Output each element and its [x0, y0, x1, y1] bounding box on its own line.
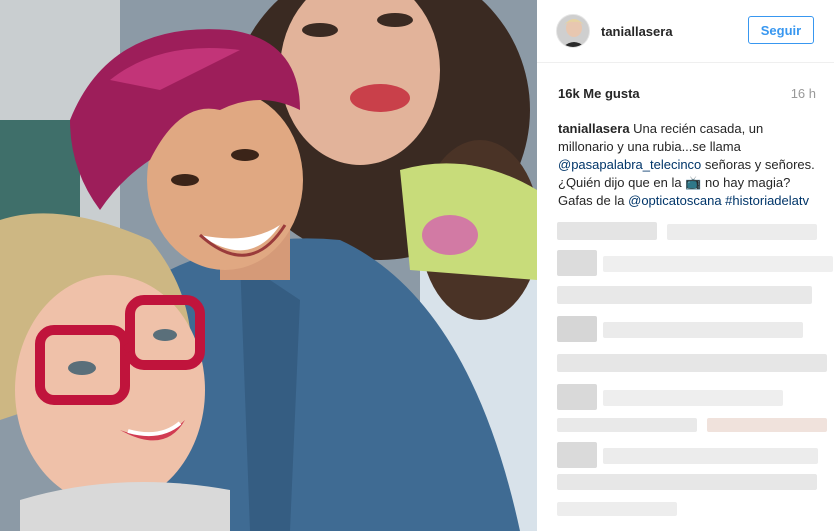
likes-count[interactable]: 16k Me gusta	[558, 86, 640, 101]
post-side-panel: taniallasera Seguir 16k Me gusta 16 h ta…	[537, 0, 834, 531]
post-header: taniallasera Seguir	[537, 0, 834, 63]
caption-mention-pasapalabra[interactable]: @pasapalabra_telecinco	[558, 157, 701, 172]
blurred-comment	[557, 354, 827, 372]
blurred-comment	[557, 502, 677, 516]
post-photo[interactable]	[0, 0, 537, 531]
blurred-comment	[557, 474, 817, 490]
tv-emoji-icon: 📺	[685, 175, 702, 190]
blurred-comment	[557, 222, 657, 240]
caption-hashtag[interactable]: #historiadelatv	[725, 193, 809, 208]
selfie-photo	[0, 0, 537, 531]
blurred-comment	[557, 384, 597, 410]
blurred-comment	[667, 224, 817, 240]
post-username[interactable]: taniallasera	[601, 24, 673, 39]
blurred-comment	[603, 390, 783, 406]
blurred-comment	[557, 316, 597, 342]
post-time[interactable]: 16 h	[791, 86, 816, 101]
blurred-comments	[557, 222, 834, 522]
blurred-comment	[603, 322, 803, 338]
caption-mention-optica[interactable]: @opticatoscana	[628, 193, 721, 208]
blurred-comment	[557, 442, 597, 468]
blurred-comment	[557, 250, 597, 276]
caption-username[interactable]: taniallasera	[558, 121, 630, 136]
blurred-comment	[603, 448, 818, 464]
blurred-comment	[557, 286, 812, 304]
blurred-comment	[557, 418, 697, 432]
profile-avatar[interactable]	[556, 14, 590, 48]
avatar-image	[557, 15, 589, 47]
follow-button[interactable]: Seguir	[748, 16, 814, 44]
post-caption: taniallasera Una recién casada, un millo…	[558, 120, 820, 210]
blurred-comment	[707, 418, 827, 432]
blurred-comment	[603, 256, 833, 272]
